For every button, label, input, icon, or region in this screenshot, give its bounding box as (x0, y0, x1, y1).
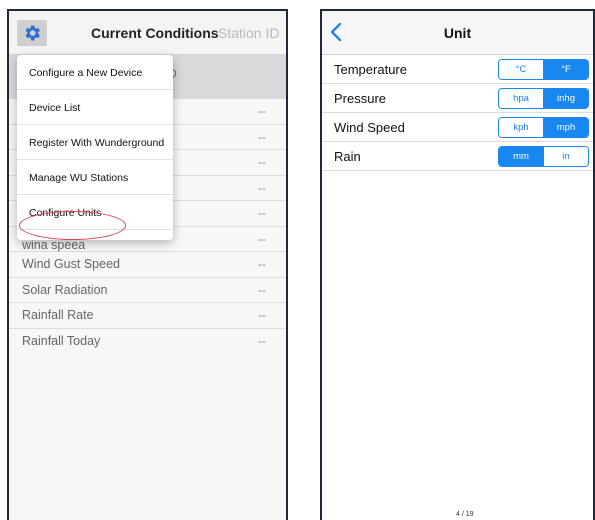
gear-icon (25, 25, 40, 41)
unit-row-wind-speed: Wind Speed kph mph (322, 113, 593, 142)
menu-item-manage-wu-stations[interactable]: Manage WU Stations (17, 160, 173, 195)
list-item: Rainfall Rate -- (9, 303, 286, 329)
option-mm[interactable]: mm (499, 147, 543, 166)
list-item-value: -- (258, 231, 266, 246)
option-mph[interactable]: mph (543, 118, 588, 137)
list-item: Wind Gust Speed -- (9, 252, 286, 278)
wind-speed-segmented-control: kph mph (498, 117, 589, 138)
menu-item-label: Register With Wunderground (29, 137, 165, 149)
right-phone-screen: Unit Temperature °C °F Pressure hpa inhg… (320, 9, 595, 520)
list-item: Rainfall Today -- (9, 328, 286, 354)
pressure-segmented-control: hpa inhg (498, 88, 589, 109)
unit-row-label: Temperature (334, 62, 407, 77)
list-item: Solar Radiation -- (9, 277, 286, 303)
unit-row-label: Wind Speed (334, 120, 405, 135)
menu-item-register-wunderground[interactable]: Register With Wunderground (17, 125, 173, 160)
page-title: Current Conditions (91, 25, 219, 41)
option-in[interactable]: in (543, 147, 588, 166)
unit-row-label: Rain (334, 149, 361, 164)
settings-dropdown-menu: Configure a New Device Device List Regis… (17, 55, 173, 240)
list-item-label: Rainfall Rate (22, 308, 94, 322)
menu-item-label: Manage WU Stations (29, 172, 129, 184)
list-item-label: Solar Radiation (22, 282, 108, 297)
list-item-label: Rainfall Today (22, 333, 101, 348)
option-celsius[interactable]: °C (499, 60, 543, 79)
rain-segmented-control: mm in (498, 146, 589, 167)
menu-item-label: Device List (29, 102, 81, 114)
settings-button[interactable] (17, 20, 47, 46)
option-kph[interactable]: kph (499, 118, 543, 137)
temperature-segmented-control: °C °F (498, 59, 589, 80)
unit-row-temperature: Temperature °C °F (322, 55, 593, 84)
page-indicator: 4 / 19 (456, 511, 474, 518)
list-item-value: -- (258, 180, 266, 195)
list-item-value: -- (258, 282, 266, 297)
menu-item-label: Configure a New Device (29, 67, 143, 79)
list-item-value: -- (258, 206, 266, 220)
page-title: Unit (443, 25, 472, 41)
station-id-tab[interactable]: Station ID (218, 25, 279, 41)
list-item-label: Wind Gust Speed (22, 257, 120, 271)
left-phone-screen: Current Conditions Station ID n ID -- --… (7, 9, 288, 520)
menu-item-device-list[interactable]: Device List (17, 90, 173, 125)
list-item-value: -- (258, 129, 266, 144)
navigation-bar: Current Conditions Station ID (9, 11, 286, 55)
list-item-value: -- (258, 257, 266, 271)
unit-row-pressure: Pressure hpa inhg (322, 84, 593, 113)
list-item-value: -- (258, 155, 266, 169)
option-inhg[interactable]: inhg (543, 89, 588, 108)
list-item-value: -- (258, 308, 266, 322)
list-empty-area (9, 352, 286, 520)
list-item-value: -- (258, 333, 266, 348)
list-item-value: -- (258, 104, 266, 118)
unit-row-label: Pressure (334, 91, 387, 106)
navigation-bar: Unit (322, 11, 593, 55)
unit-row-rain: Rain mm in (322, 142, 593, 171)
option-hpa[interactable]: hpa (499, 89, 543, 108)
menu-item-configure-units[interactable]: Configure Units (17, 195, 173, 230)
menu-item-configure-new-device[interactable]: Configure a New Device (17, 55, 173, 90)
menu-item-label: Configure Units (29, 207, 102, 219)
option-fahrenheit[interactable]: °F (543, 60, 588, 79)
